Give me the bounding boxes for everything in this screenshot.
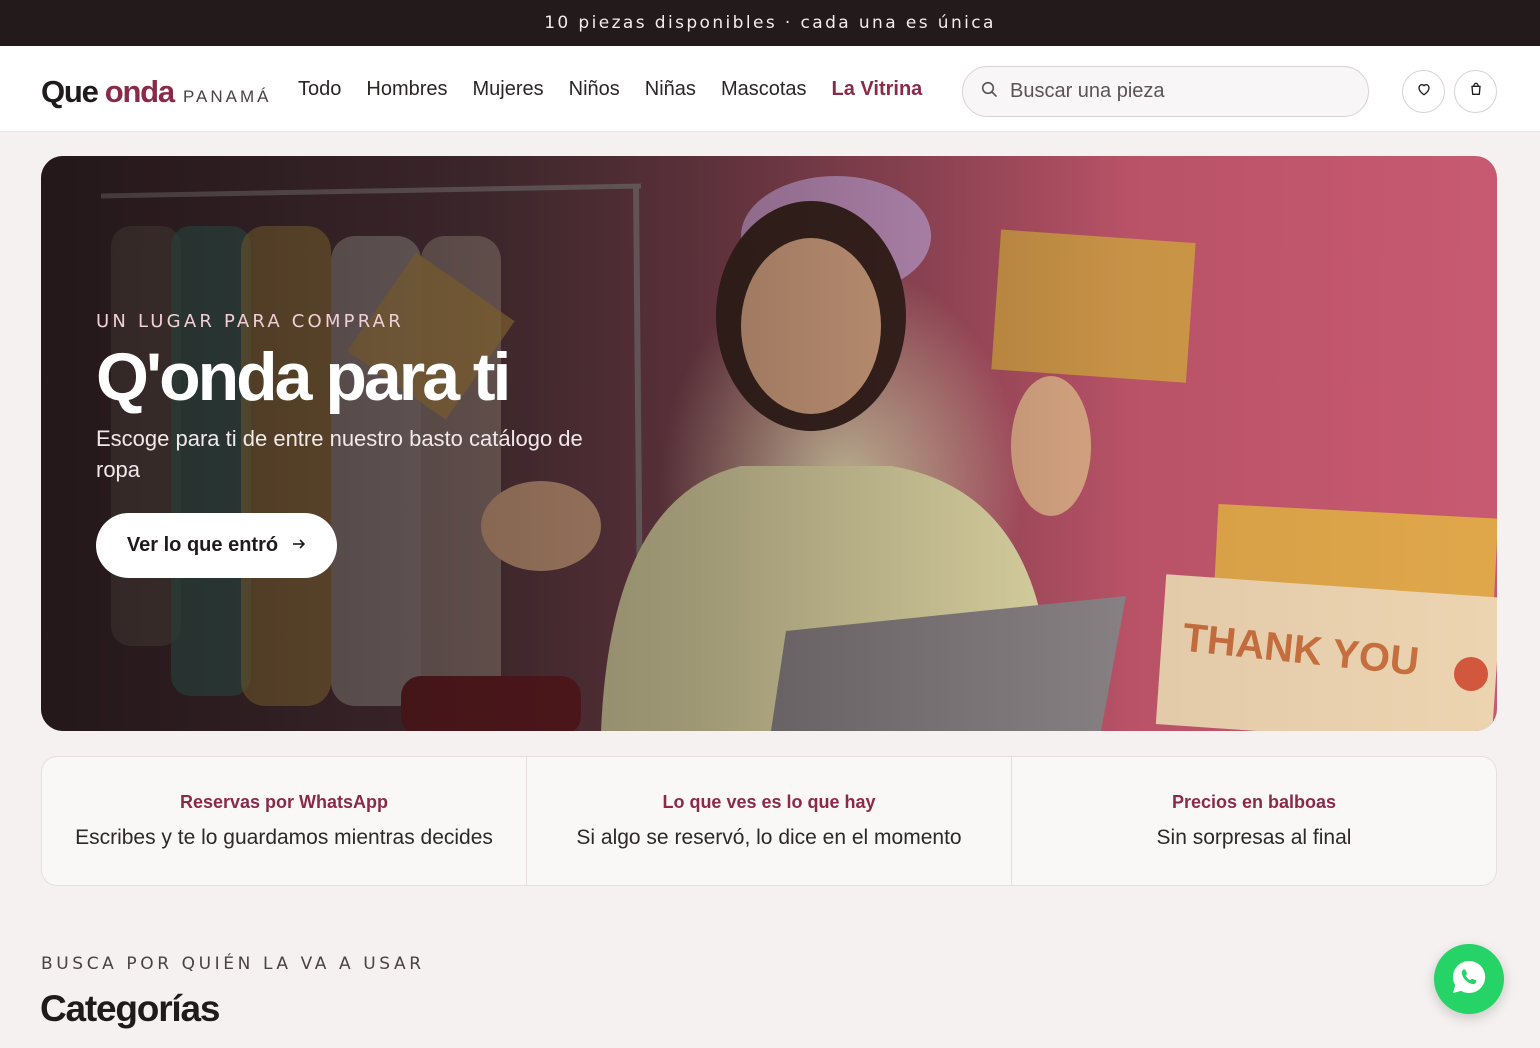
- arrow-right-icon: [292, 534, 306, 557]
- nav-hombres[interactable]: Hombres: [366, 78, 447, 101]
- heart-icon: [1416, 81, 1432, 102]
- hero-title: Q'onda para ti: [96, 339, 511, 415]
- bag-icon: [1468, 81, 1484, 102]
- hero-cta-label: Ver lo que entró: [126, 534, 279, 556]
- feature-precios: Precios en balboas Sin sorpresas al fina…: [1012, 757, 1496, 885]
- logo-que: Que: [41, 74, 99, 109]
- search-input[interactable]: [1010, 80, 1350, 103]
- nav-ninas[interactable]: Niñas: [645, 78, 696, 101]
- nav-la-vitrina[interactable]: La Vitrina: [832, 78, 923, 101]
- feature-whatsapp: Reservas por WhatsApp Escribes y te lo g…: [42, 757, 527, 885]
- hero-eyebrow: UN LUGAR PARA COMPRAR: [96, 311, 404, 332]
- feature-lo-que-ves: Lo que ves es lo que hay Si algo se rese…: [527, 757, 1012, 885]
- site-header: Que onda PANAMÁ Todo Hombres Mujeres Niñ…: [0, 46, 1540, 132]
- whatsapp-icon: [1449, 957, 1489, 1002]
- logo[interactable]: Que onda PANAMÁ: [41, 74, 272, 110]
- feature-desc: Si algo se reservó, lo dice en el moment…: [576, 826, 962, 849]
- logo-panama: PANAMÁ: [182, 87, 272, 106]
- main-nav: Todo Hombres Mujeres Niños Niñas Mascota…: [298, 46, 922, 132]
- hero-subtitle: Escoge para ti de entre nuestro basto ca…: [96, 426, 583, 483]
- search-box[interactable]: [962, 66, 1369, 117]
- features-strip: Reservas por WhatsApp Escribes y te lo g…: [41, 756, 1497, 886]
- categories-title: Categorías: [40, 988, 220, 1029]
- search-icon: [981, 81, 998, 103]
- feature-title: Reservas por WhatsApp: [179, 792, 389, 812]
- hero-banner: THANK YOU UN LUGAR PARA COMPRAR Q'onda p…: [41, 156, 1497, 731]
- feature-desc: Escribes y te lo guardamos mientras deci…: [75, 826, 493, 849]
- nav-ninos[interactable]: Niños: [569, 78, 620, 101]
- nav-mascotas[interactable]: Mascotas: [721, 78, 807, 101]
- feature-title: Precios en balboas: [1171, 792, 1337, 812]
- whatsapp-button[interactable]: [1434, 944, 1504, 1014]
- nav-mujeres[interactable]: Mujeres: [473, 78, 544, 101]
- feature-desc: Sin sorpresas al final: [1156, 826, 1352, 849]
- feature-title: Lo que ves es lo que hay: [662, 792, 876, 812]
- announcement-bar: 10 piezas disponibles · cada una es únic…: [0, 0, 1540, 46]
- categories-eyebrow: BUSCA POR QUIÉN LA VA A USAR: [41, 954, 425, 974]
- wishlist-button[interactable]: [1402, 70, 1445, 113]
- logo-onda: onda: [104, 74, 175, 109]
- cart-button[interactable]: [1454, 70, 1497, 113]
- nav-todo[interactable]: Todo: [298, 78, 341, 101]
- hero-cta-button[interactable]: Ver lo que entró: [96, 513, 337, 578]
